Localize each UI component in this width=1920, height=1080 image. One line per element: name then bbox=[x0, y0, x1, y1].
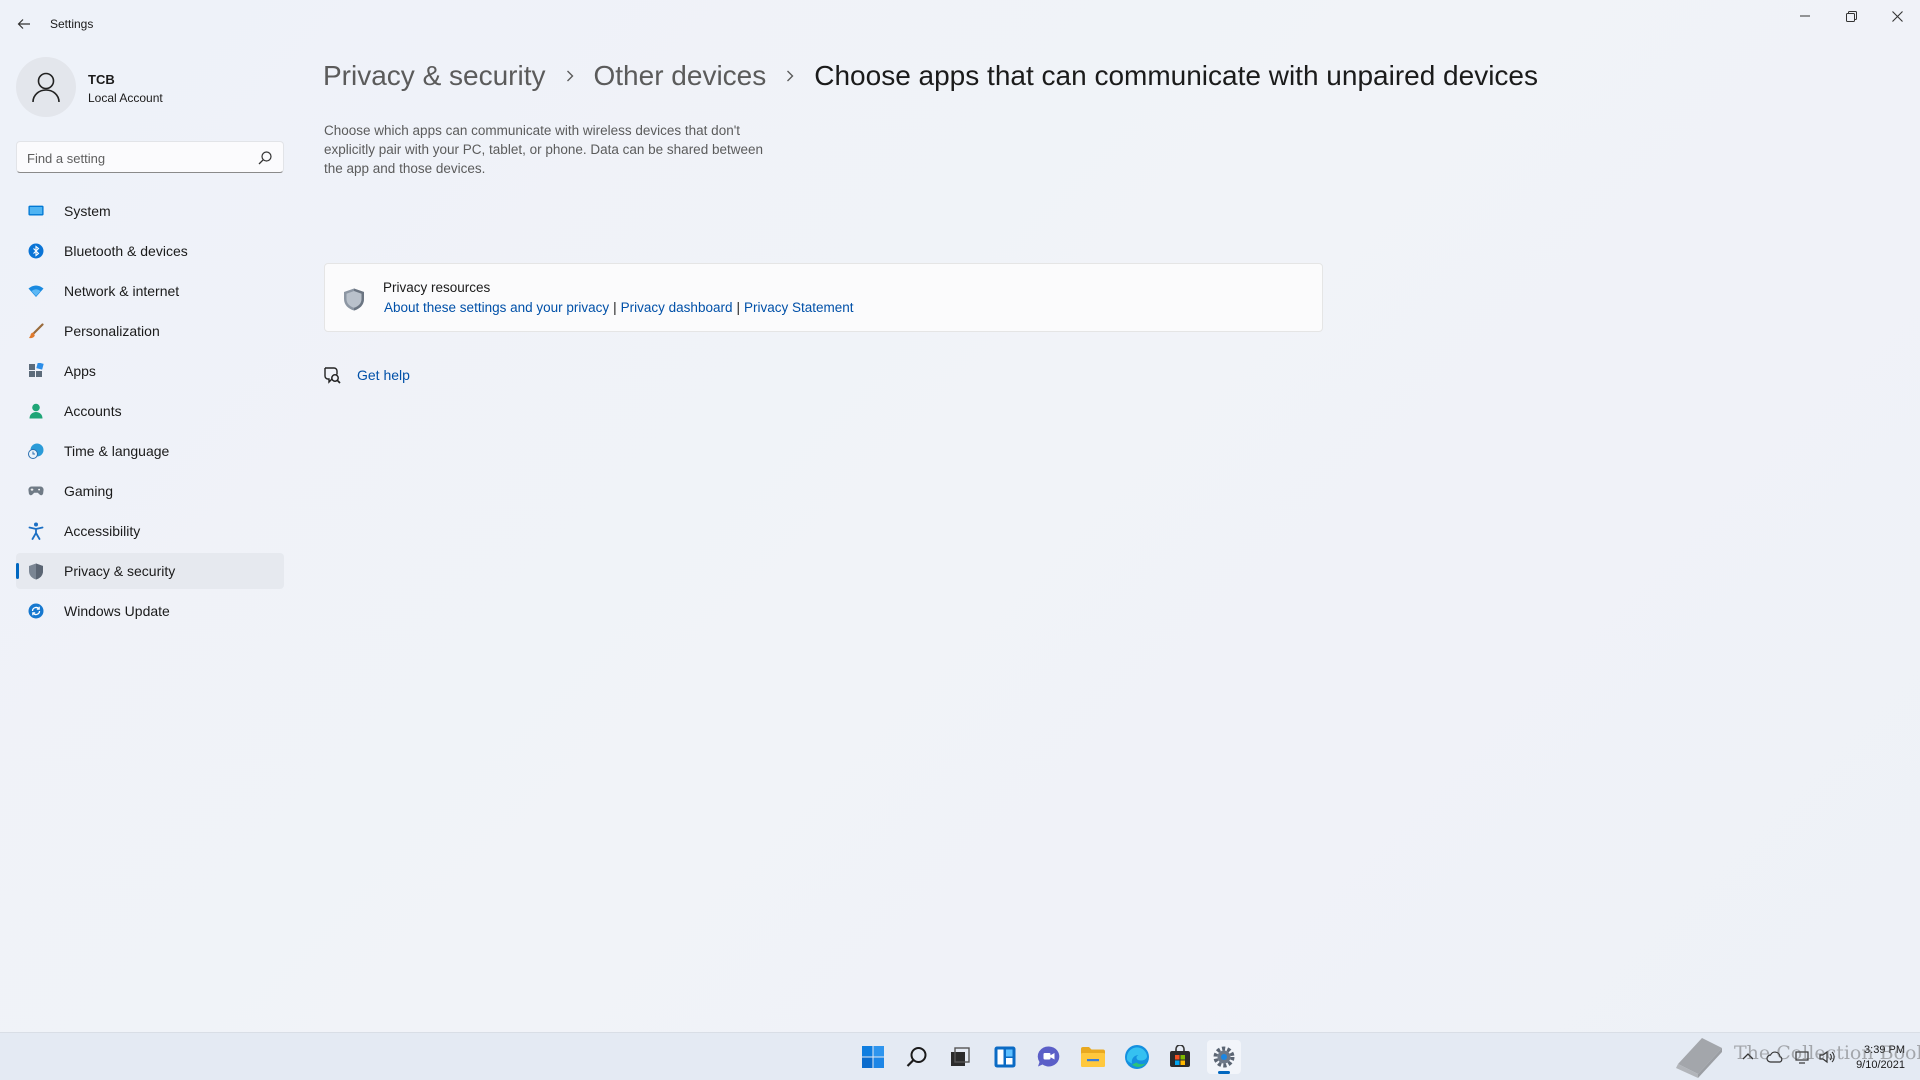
sidebar-item-label: Gaming bbox=[64, 483, 114, 499]
back-arrow-icon bbox=[17, 19, 30, 29]
breadcrumb: Privacy & security Other devices Choose … bbox=[323, 56, 1538, 96]
book-logo-icon bbox=[1676, 1038, 1722, 1078]
restore-button[interactable] bbox=[1828, 0, 1874, 32]
brush-icon bbox=[28, 323, 44, 339]
watermark: The Collection Book bbox=[1670, 1028, 1920, 1080]
watermark-text: The Collection Book bbox=[1734, 1042, 1920, 1064]
sidebar-item-label: Privacy & security bbox=[64, 563, 176, 579]
sidebar-nav: System Bluetooth & devices Network & int… bbox=[16, 193, 284, 633]
restore-icon bbox=[1845, 10, 1857, 22]
person-icon bbox=[28, 403, 44, 419]
back-button[interactable] bbox=[12, 12, 36, 36]
edge-icon bbox=[1125, 1045, 1149, 1069]
chat-button[interactable] bbox=[1032, 1040, 1066, 1074]
title-bar: Settings bbox=[0, 0, 1920, 48]
globe-clock-icon bbox=[28, 443, 44, 459]
sidebar-item-label: Time & language bbox=[64, 443, 170, 459]
sidebar-item-label: System bbox=[64, 203, 111, 219]
search-input[interactable] bbox=[27, 148, 247, 168]
page-title: Choose apps that can communicate with un… bbox=[814, 60, 1538, 91]
accessibility-icon bbox=[28, 522, 44, 540]
widgets-button[interactable] bbox=[988, 1040, 1022, 1074]
user-avatar-icon bbox=[32, 72, 60, 103]
start-button[interactable] bbox=[856, 1040, 890, 1074]
sidebar-item-apps[interactable]: Apps bbox=[16, 353, 284, 389]
update-icon bbox=[28, 603, 44, 619]
settings-taskbar-button[interactable] bbox=[1207, 1040, 1241, 1074]
sidebar-item-system[interactable]: System bbox=[16, 193, 284, 229]
system-icon bbox=[28, 203, 44, 219]
bluetooth-icon bbox=[28, 243, 44, 259]
minimize-icon bbox=[1800, 15, 1810, 17]
search-icon[interactable] bbox=[257, 150, 273, 166]
taskbar-search-button[interactable] bbox=[900, 1040, 934, 1074]
close-button[interactable] bbox=[1874, 0, 1920, 32]
gamepad-icon bbox=[28, 483, 44, 499]
breadcrumb-privacy-security[interactable]: Privacy & security bbox=[323, 60, 546, 92]
store-icon bbox=[1170, 1045, 1190, 1067]
app-title: Settings bbox=[50, 17, 94, 31]
avatar bbox=[16, 57, 76, 117]
search-box bbox=[16, 141, 284, 173]
sidebar-item-windows-update[interactable]: Windows Update bbox=[16, 593, 284, 629]
sidebar-item-bluetooth[interactable]: Bluetooth & devices bbox=[16, 233, 284, 269]
link-about-settings-privacy[interactable]: About these settings and your privacy bbox=[384, 300, 609, 315]
apps-icon bbox=[28, 363, 44, 379]
file-explorer-icon bbox=[1081, 1047, 1105, 1067]
sidebar-item-network[interactable]: Network & internet bbox=[16, 273, 284, 309]
shield-icon bbox=[28, 563, 44, 579]
shield-icon bbox=[344, 288, 364, 311]
settings-icon bbox=[1213, 1046, 1235, 1068]
privacy-resources-links: About these settings and your privacy | Pr… bbox=[384, 300, 854, 315]
privacy-resources-card: Privacy resources About these settings a… bbox=[324, 263, 1323, 332]
chevron-right-icon bbox=[566, 70, 574, 82]
link-privacy-dashboard[interactable]: Privacy dashboard bbox=[621, 300, 733, 315]
task-view-icon bbox=[951, 1047, 970, 1066]
sidebar-item-label: Personalization bbox=[64, 323, 160, 339]
minimize-button[interactable] bbox=[1782, 0, 1828, 32]
link-separator: | bbox=[736, 300, 740, 315]
link-separator: | bbox=[613, 300, 617, 315]
sidebar-item-label: Accessibility bbox=[64, 523, 141, 539]
sidebar-item-label: Network & internet bbox=[64, 283, 180, 299]
settings-window: Settings TCB Local Account Find a settin… bbox=[0, 0, 1920, 1032]
sidebar-item-accounts[interactable]: Accounts bbox=[16, 393, 284, 429]
search-icon bbox=[906, 1047, 927, 1067]
widgets-icon bbox=[994, 1046, 1016, 1068]
edge-button[interactable] bbox=[1120, 1040, 1154, 1074]
privacy-resources-title: Privacy resources bbox=[383, 280, 491, 295]
chevron-right-icon bbox=[786, 70, 794, 82]
sidebar-item-privacy-security[interactable]: Privacy & security bbox=[16, 553, 284, 589]
help-icon bbox=[324, 367, 341, 384]
sidebar-item-label: Accounts bbox=[64, 403, 122, 419]
get-help-link[interactable]: Get help bbox=[357, 367, 410, 383]
page-description: Choose which apps can communicate with w… bbox=[324, 123, 763, 176]
user-profile[interactable]: TCB Local Account bbox=[16, 57, 276, 117]
sidebar-item-gaming[interactable]: Gaming bbox=[16, 473, 284, 509]
close-icon bbox=[1891, 10, 1903, 22]
store-button[interactable] bbox=[1163, 1040, 1197, 1074]
profile-name: TCB bbox=[88, 72, 115, 87]
wifi-icon bbox=[28, 283, 44, 299]
sidebar-item-personalization[interactable]: Personalization bbox=[16, 313, 284, 349]
sidebar-item-time-language[interactable]: Time & language bbox=[16, 433, 284, 469]
taskbar: 3:39 PM 9/10/2021 bbox=[0, 1032, 1920, 1080]
sidebar-item-label: Bluetooth & devices bbox=[64, 243, 188, 259]
file-explorer-button[interactable] bbox=[1076, 1040, 1110, 1074]
start-icon bbox=[862, 1046, 884, 1068]
get-help[interactable]: Get help bbox=[323, 366, 410, 384]
sidebar-item-label: Apps bbox=[64, 363, 96, 379]
breadcrumb-other-devices[interactable]: Other devices bbox=[594, 60, 767, 92]
chat-icon bbox=[1037, 1046, 1060, 1067]
link-privacy-statement[interactable]: Privacy Statement bbox=[744, 300, 854, 315]
sidebar-item-label: Windows Update bbox=[64, 603, 170, 619]
task-view-button[interactable] bbox=[943, 1040, 977, 1074]
profile-account-type: Local Account bbox=[88, 91, 163, 105]
sidebar-item-accessibility[interactable]: Accessibility bbox=[16, 513, 284, 549]
